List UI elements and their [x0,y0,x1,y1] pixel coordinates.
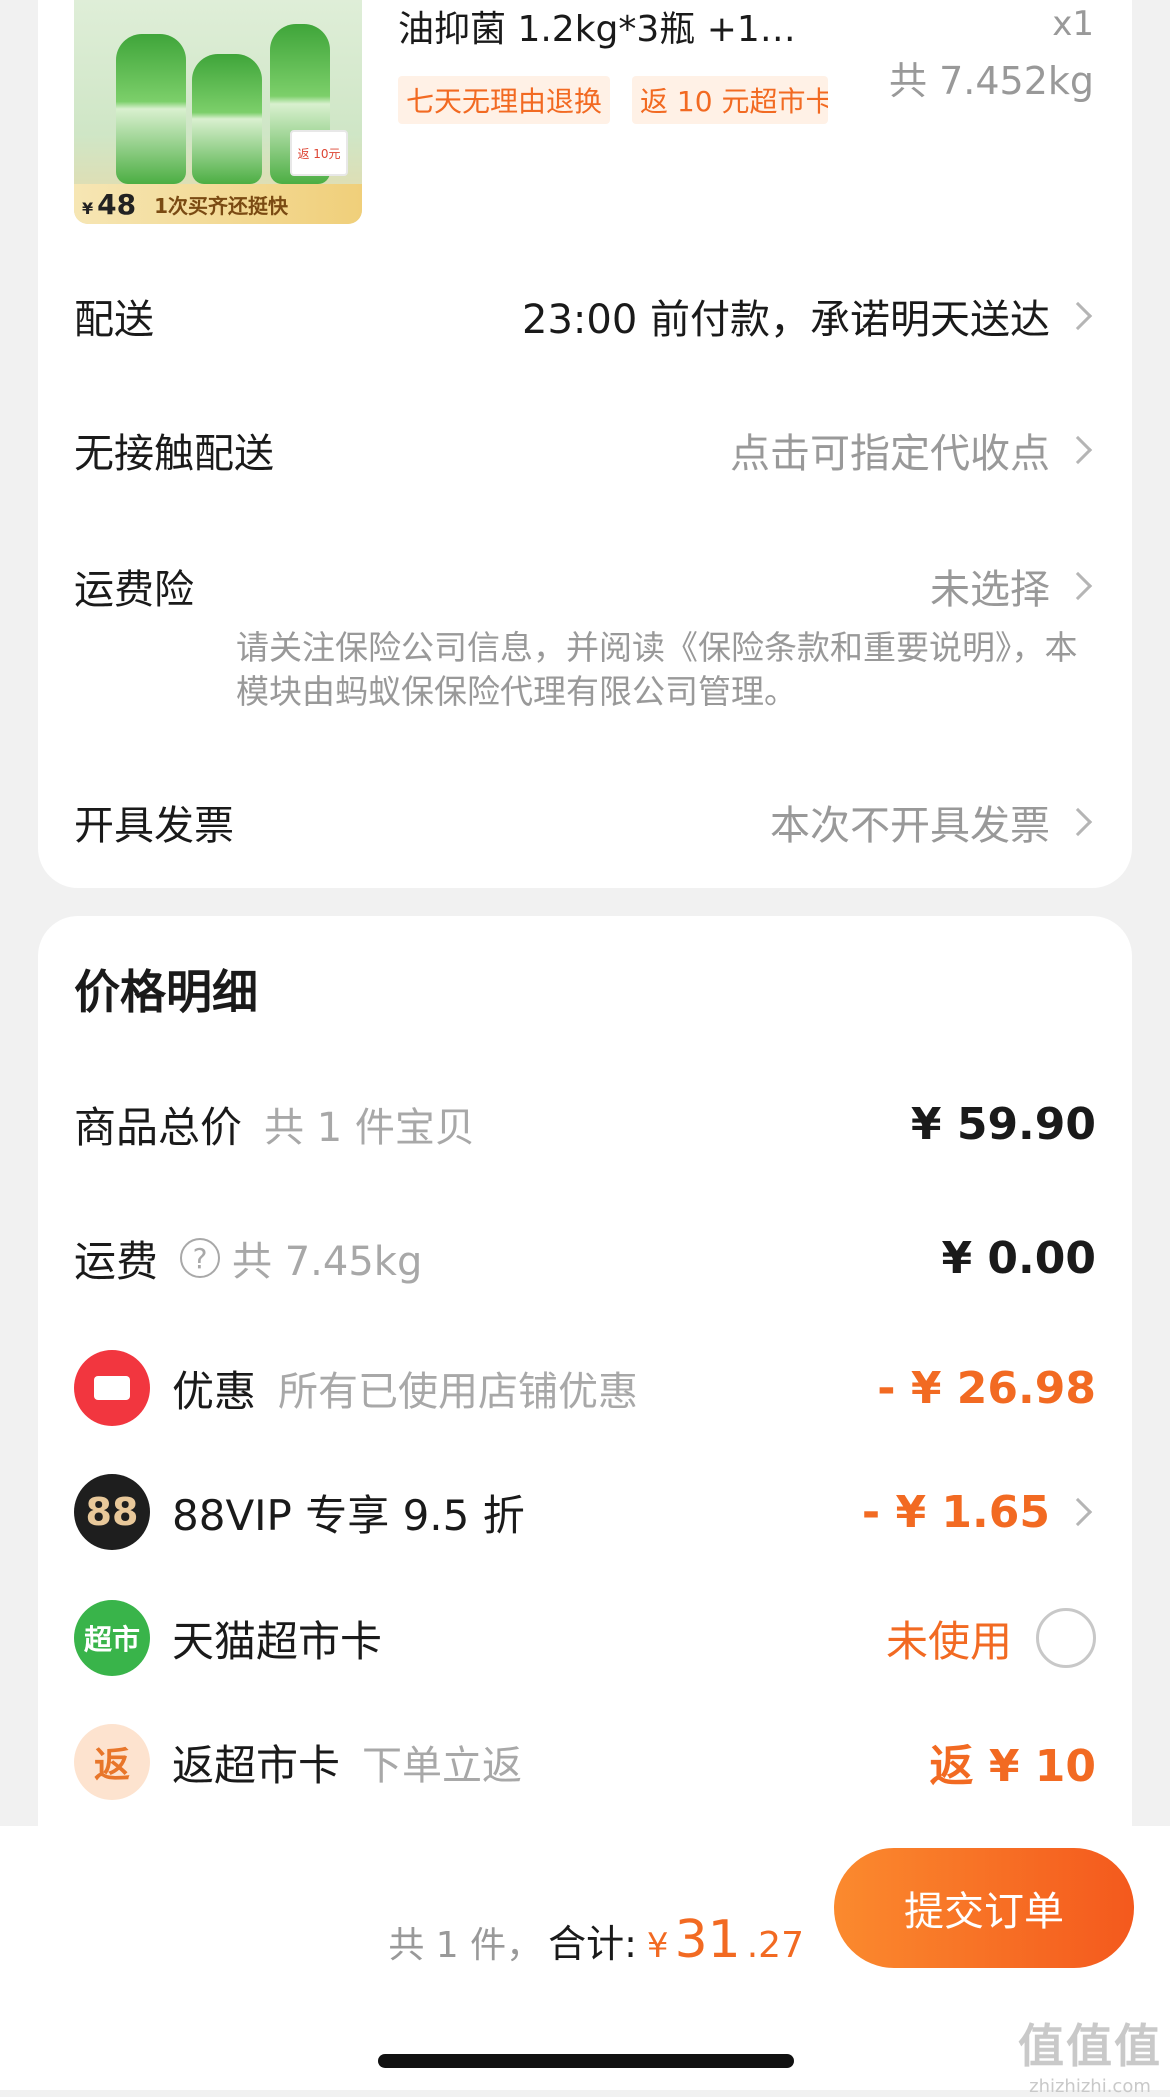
total-integer: 31 [674,1910,741,1970]
goods-total-row: 商品总价 共 1 件宝贝 ¥ 59.90 [74,1086,1096,1162]
discount-amount: - ¥ 26.98 [877,1362,1096,1414]
rebate-icon: 返 [74,1724,150,1800]
checkout-bar: 共 1 件， 合计: ¥ 31 .27 提交订单 值值值 zhizhizhi.c… [0,1826,1170,2097]
invoice-value: 本次不开具发票 [770,803,1050,849]
shipping-insurance-row[interactable]: 运费险 未选择 [74,556,1096,616]
delivery-value: 23:00 前付款，承诺明天送达 [522,297,1050,343]
shipping-fee-label: 运费 [74,1236,159,1286]
product-quantity: x1 [1052,4,1094,44]
contactless-delivery-row[interactable]: 无接触配送 点击可指定代收点 [74,420,1096,480]
vip-discount-label: 88VIP 专享 9.5 折 [172,1490,525,1540]
contactless-label: 无接触配送 [74,431,274,477]
insurance-note: 请关注保险公司信息，并阅读《保险条款和重要说明》，本模块由蚂蚁保保险代理有限公司… [236,628,1078,711]
image-slogan: 1次买齐还挺快 [154,193,289,218]
rebate-tag: 返 10 元超市卡 [632,76,829,124]
88vip-icon: 88 [74,1474,150,1550]
watermark-url: zhizhizhi.com [1029,2076,1151,2097]
vip-discount-amount: - ¥ 1.65 [861,1486,1050,1538]
tmall-card-status: 未使用 [885,1616,1012,1666]
rebate-row: 返 返超市卡 下单立返 返 ¥ 10 [74,1724,1096,1800]
product-title[interactable]: 油抑菌 1.2kg*3瓶 +1… [398,0,796,52]
goods-total-amount: ¥ 59.90 [910,1098,1096,1150]
chevron-right-icon [1063,301,1093,331]
shipping-insurance-label: 运费险 [74,567,194,613]
vip-discount-row[interactable]: 88 88VIP 专享 9.5 折 - ¥ 1.65 [74,1474,1096,1550]
home-indicator[interactable] [378,2054,794,2068]
coupon-ticket-icon [74,1350,150,1426]
discount-label: 优惠 [172,1366,257,1416]
product-tags: 七天无理由退换 返 10 元超市卡 [398,76,829,124]
shipping-weight: 共 7.45kg [232,1239,423,1285]
bottle-graphic [116,34,186,184]
contactless-value: 点击可指定代收点 [730,431,1050,477]
discount-desc: 所有已使用店铺优惠 [278,1369,639,1415]
supermarket-icon: 超市 [74,1600,150,1676]
tmall-card-row[interactable]: 超市 天猫超市卡 未使用 [74,1600,1096,1676]
chevron-right-icon [1063,807,1093,837]
shipping-insurance-value: 未选择 [930,567,1050,613]
delivery-row[interactable]: 配送 23:00 前付款，承诺明天送达 [74,286,1096,346]
order-options-card: 返 10元 ¥48 1次买齐还挺快 油抑菌 1.2kg*3瓶 +1… x1 共 … [38,0,1132,888]
tmall-card-label: 天猫超市卡 [172,1616,383,1666]
invoice-label: 开具发票 [74,803,234,849]
shipping-fee-row: 运费 ? 共 7.45kg ¥ 0.00 [74,1220,1096,1296]
invoice-row[interactable]: 开具发票 本次不开具发票 [74,792,1096,852]
rebate-amount: 返 ¥ 10 [929,1741,1096,1792]
watermark: 值值值 zhizhizhi.com [1018,2010,1162,2097]
product-image[interactable]: 返 10元 ¥48 1次买齐还挺快 [74,0,362,224]
product-weight: 共 7.452kg [889,59,1094,103]
shipping-fee-amount: ¥ 0.00 [941,1232,1097,1284]
currency-symbol: ¥ [646,1926,669,1966]
discount-row[interactable]: 优惠 所有已使用店铺优惠 - ¥ 26.98 [74,1350,1096,1426]
return-policy-tag: 七天无理由退换 [398,76,611,124]
chevron-right-icon [1063,1497,1093,1527]
image-rebate-badge: 返 10元 [290,130,348,176]
total-decimal: .27 [746,1925,804,1966]
price-detail-card: 价格明细 商品总价 共 1 件宝贝 ¥ 59.90 运费 ? 共 7.45kg … [38,916,1132,1826]
submit-order-button[interactable]: 提交订单 [834,1848,1134,1968]
watermark-logo: 值值值 [1018,2019,1162,2073]
goods-total-label: 商品总价 [74,1102,243,1152]
total-label: 合计: [548,1922,637,1966]
delivery-label: 配送 [74,297,154,343]
item-count: 共 1 件， [388,1925,543,1966]
chevron-right-icon [1063,571,1093,601]
rebate-label: 返超市卡 [172,1740,341,1790]
tmall-card-radio[interactable] [1036,1608,1096,1668]
price-detail-title: 价格明细 [74,965,258,1019]
order-total: 共 1 件， 合计: ¥ 31 .27 [388,1910,804,1970]
bottle-graphic [192,54,262,184]
chevron-right-icon [1063,435,1093,465]
image-price: ¥48 [82,187,137,221]
rebate-desc: 下单立返 [362,1743,523,1789]
image-price-bar: ¥48 1次买齐还挺快 [74,184,362,224]
goods-count: 共 1 件宝贝 [264,1105,475,1151]
help-icon[interactable]: ? [180,1238,221,1278]
